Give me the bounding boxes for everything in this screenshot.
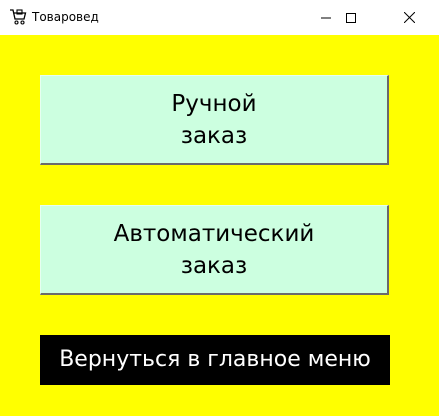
- shopping-cart-icon: [9, 8, 27, 26]
- manual-order-label-line1: Ручной: [171, 90, 257, 117]
- back-to-main-menu-button[interactable]: Вернуться в главное меню: [40, 335, 390, 385]
- window-title: Товаровед: [32, 10, 99, 24]
- maximize-button[interactable]: [328, 0, 374, 35]
- close-button[interactable]: [386, 0, 432, 35]
- manual-order-button[interactable]: Ручной заказ: [40, 75, 389, 165]
- main-panel: Ручной заказ Автоматический заказ Вернут…: [0, 35, 439, 416]
- auto-order-button[interactable]: Автоматический заказ: [40, 205, 389, 295]
- close-icon: [403, 12, 415, 23]
- title-bar[interactable]: Товаровед: [0, 0, 439, 35]
- auto-order-label-line1: Автоматический: [113, 220, 315, 247]
- manual-order-label-line2: заказ: [180, 122, 248, 149]
- app-window: Товаровед Ручной заказ Автоматический за…: [0, 0, 439, 416]
- maximize-icon: [346, 12, 356, 23]
- auto-order-label-line2: заказ: [180, 252, 248, 279]
